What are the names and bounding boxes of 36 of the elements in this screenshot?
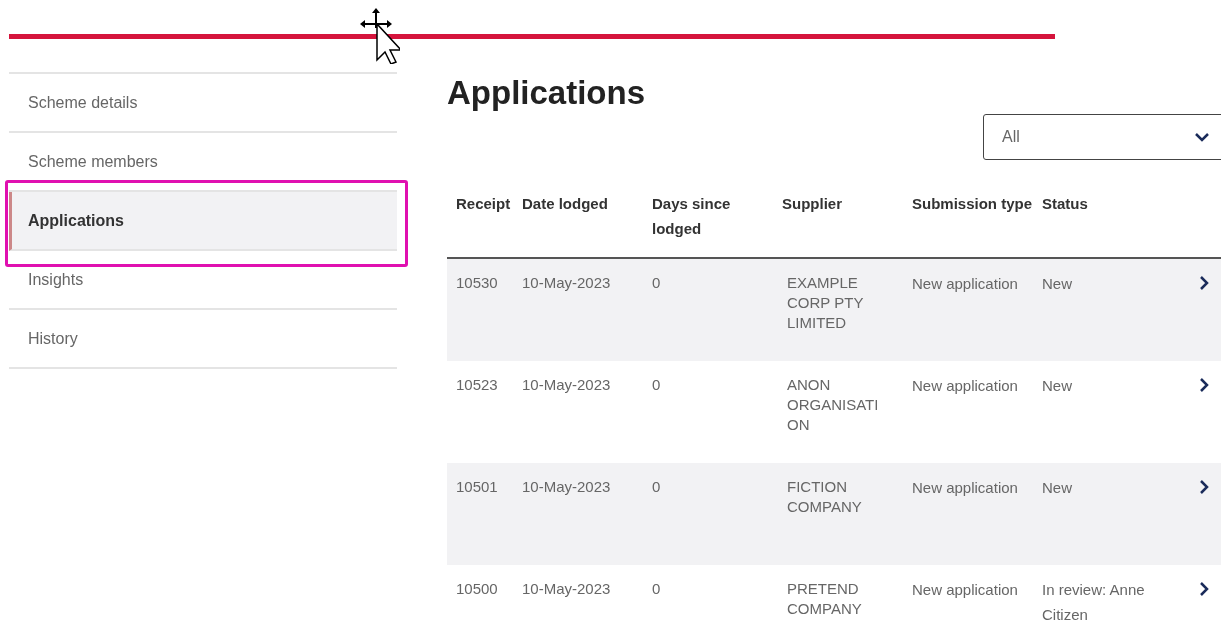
page-heading: Applications <box>447 74 647 113</box>
table-cell: New <box>1042 275 1072 292</box>
move-cursor-icon <box>360 6 400 64</box>
table-cell: 0 <box>652 580 661 597</box>
chevron-down-icon <box>1194 132 1210 142</box>
chevron-right-icon[interactable] <box>1199 275 1209 291</box>
table-cell: 10500 <box>456 580 498 597</box>
sidebar-item[interactable]: Applications <box>9 192 397 251</box>
chevron-right-icon[interactable] <box>1199 377 1209 393</box>
table-cell: 0 <box>652 376 661 393</box>
table-cell: New application <box>912 479 1018 496</box>
table-cell: New application <box>912 377 1018 394</box>
table-cell: FICTION COMPANY <box>787 478 862 515</box>
filter-dropdown[interactable]: All <box>983 114 1221 160</box>
sidebar-item[interactable]: Insights <box>9 251 397 310</box>
sidebar-item[interactable]: Scheme details <box>9 74 397 133</box>
chevron-right-icon[interactable] <box>1199 479 1209 495</box>
table-cell: In review: Anne Citizen <box>1042 581 1145 623</box>
table-cell: New application <box>912 275 1018 292</box>
sidebar-item[interactable]: History <box>9 310 397 369</box>
table-cell: 10530 <box>456 274 498 291</box>
table-cell: 10501 <box>456 478 498 495</box>
table-cell: New <box>1042 377 1072 394</box>
table-cell: EXAMPLE CORP PTY LIMITED <box>787 274 864 331</box>
table-cell: New <box>1042 479 1072 496</box>
table-cell: 0 <box>652 274 661 291</box>
table-cell: 0 <box>652 478 661 495</box>
table-cell: 10-May-2023 <box>522 478 611 495</box>
table-cell: 10-May-2023 <box>522 376 611 393</box>
table-cell: PRETEND COMPANY <box>787 580 862 617</box>
table-cell: 10523 <box>456 376 498 393</box>
table-cell: ANON ORGANISATI ON <box>787 376 879 433</box>
table-cell: New application <box>912 581 1018 598</box>
chevron-right-icon[interactable] <box>1199 581 1209 597</box>
table-cell: 10-May-2023 <box>522 580 611 597</box>
table-cell: 10-May-2023 <box>522 274 611 291</box>
